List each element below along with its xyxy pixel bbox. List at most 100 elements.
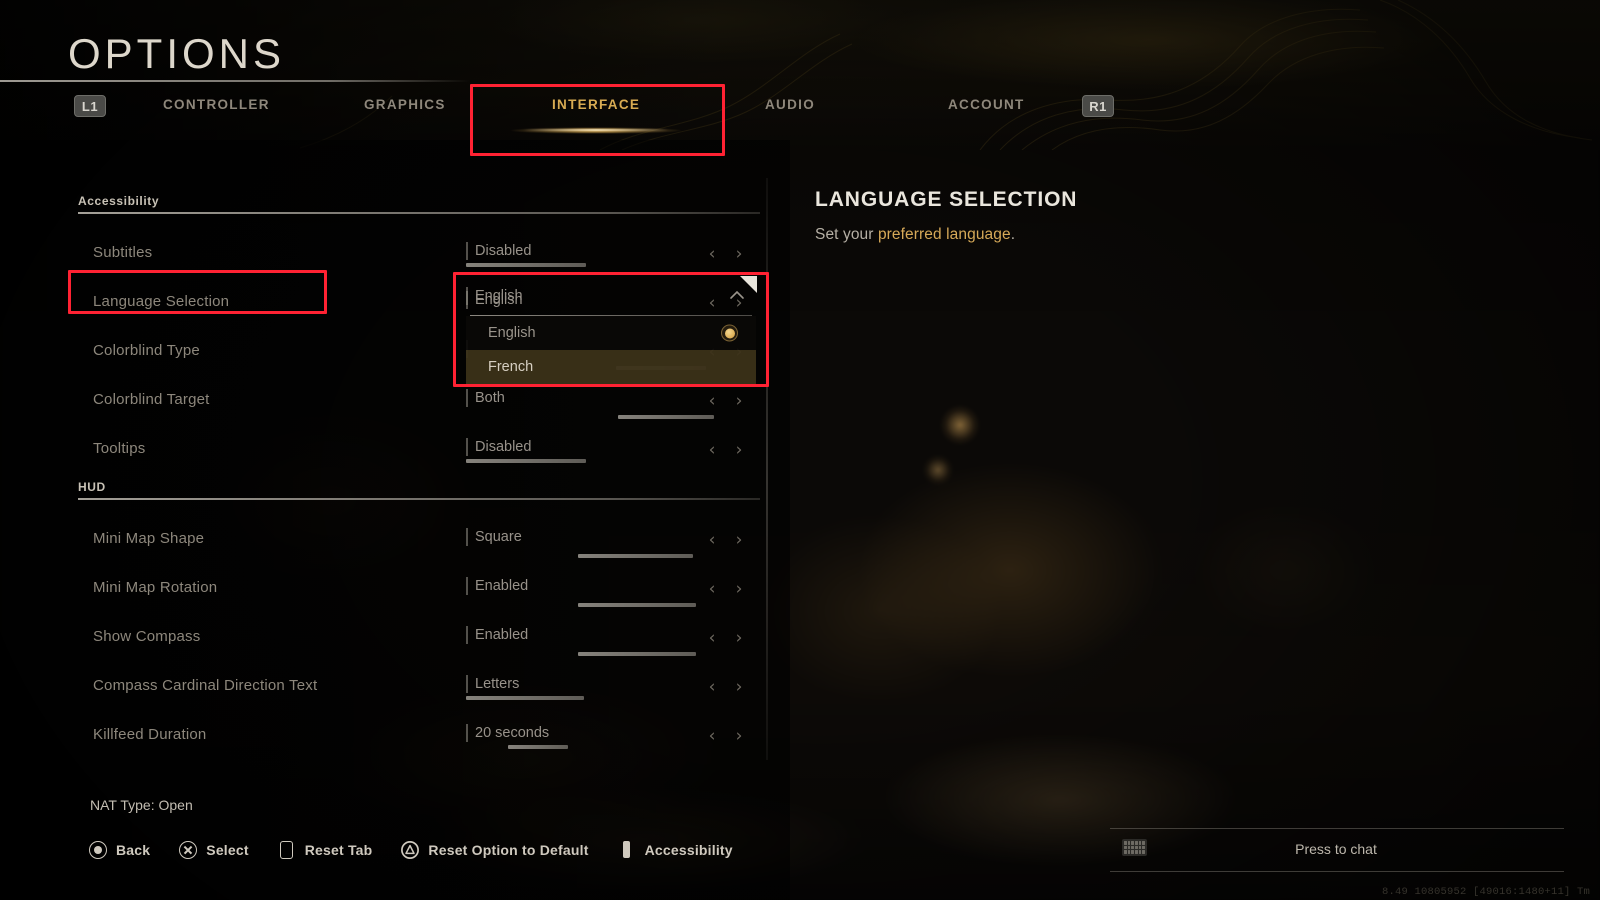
settings-row[interactable]: Killfeed Duration 20 seconds ‹ › <box>0 714 768 762</box>
dropdown-option-label: French <box>488 359 534 375</box>
button-hint[interactable]: Reset Option to Default <box>400 840 588 859</box>
settings-row-label: Mini Map Rotation <box>93 579 218 596</box>
settings-row-control[interactable]: Disabled ‹ › <box>466 428 768 476</box>
arrow-left-icon[interactable]: ‹ <box>704 439 720 461</box>
settings-row[interactable]: Mini Map Rotation Enabled ‹ › <box>0 567 768 615</box>
settings-row-control[interactable]: 20 seconds ‹ › <box>466 714 768 762</box>
button-hint-label: Reset Tab <box>304 841 373 858</box>
options-header: OPTIONS L1 R1 CONTROLLER GRAPHICS INTERFAC… <box>0 0 1600 140</box>
description-text-accent: preferred language <box>877 226 1011 243</box>
settings-row-label: Language Selection <box>93 293 230 310</box>
description-text-lead: Set your <box>815 226 878 243</box>
arrow-right-icon[interactable]: › <box>731 529 747 551</box>
settings-row[interactable]: Tooltips Disabled ‹ › <box>0 428 768 476</box>
radio-selected-icon <box>721 324 738 342</box>
settings-row[interactable]: Mini Map Shape Square ‹ › <box>0 518 768 566</box>
settings-row-bar <box>578 652 696 656</box>
arrow-right-icon[interactable]: › <box>731 725 747 747</box>
arrow-right-icon[interactable]: › <box>731 578 747 600</box>
settings-row-control[interactable]: Letters ‹ › <box>466 665 768 713</box>
section-rule <box>78 212 760 214</box>
arrow-left-icon[interactable]: ‹ <box>704 529 720 551</box>
tab-label: GRAPHICS <box>364 97 446 112</box>
settings-row-control[interactable]: Enabled ‹ › <box>466 567 768 615</box>
settings-row-bar <box>466 459 586 463</box>
button-hint[interactable]: Accessibility <box>617 840 733 859</box>
circle-button-icon <box>88 840 107 859</box>
description-panel: LANGUAGE SELECTION Set your preferred la… <box>815 188 1375 244</box>
settings-row[interactable]: Colorblind Target Both ‹ › <box>0 379 768 427</box>
settings-row-tick <box>466 675 468 693</box>
title-underline <box>0 80 470 82</box>
settings-row-label: Compass Cardinal Direction Text <box>93 677 318 694</box>
arrow-left-icon[interactable]: ‹ <box>704 390 720 412</box>
list-right-divider <box>766 178 768 760</box>
section-header-hud: HUD <box>78 480 106 494</box>
settings-row-value: Letters <box>475 676 520 692</box>
settings-row-bar <box>618 415 714 419</box>
arrow-right-icon[interactable]: › <box>731 676 747 698</box>
settings-row-value: Enabled <box>475 627 529 643</box>
tab-controller[interactable]: CONTROLLER <box>163 97 270 117</box>
settings-row-bar <box>466 263 586 267</box>
settings-row-control[interactable]: Square ‹ › <box>466 518 768 566</box>
button-hint[interactable]: Back <box>88 840 150 859</box>
arrow-right-icon[interactable]: › <box>731 439 747 461</box>
tab-bar: L1 R1 CONTROLLER GRAPHICS INTERFACE AUDIO AC… <box>0 92 1600 140</box>
settings-row-tick <box>466 389 468 407</box>
tab-label: ACCOUNT <box>948 97 1025 112</box>
tab-label: AUDIO <box>765 97 815 112</box>
settings-row-control[interactable]: Enabled ‹ › <box>466 616 768 664</box>
settings-row[interactable]: Subtitles Disabled ‹ › <box>0 232 768 280</box>
dropdown-header[interactable]: English <box>466 278 756 316</box>
arrow-left-icon[interactable]: ‹ <box>704 725 720 747</box>
r1-bumper-icon[interactable]: R1 <box>1082 95 1114 117</box>
arrow-left-icon[interactable]: ‹ <box>704 676 720 698</box>
settings-row-control[interactable]: Both ‹ › <box>466 379 768 427</box>
button-hint-label: Back <box>116 841 151 858</box>
settings-row-value: Square <box>475 529 522 545</box>
chat-divider-top <box>1110 828 1564 829</box>
settings-row-tick <box>466 528 468 546</box>
settings-row-tick <box>466 242 468 260</box>
settings-row-control[interactable]: Disabled ‹ › <box>466 232 768 280</box>
arrow-left-icon[interactable]: ‹ <box>704 578 720 600</box>
settings-row-bar <box>578 554 693 558</box>
settings-list: Accessibility HUD Subtitles Disabled ‹ › Langu… <box>0 178 768 760</box>
dropdown-option[interactable]: English <box>466 316 756 350</box>
tab-label: CONTROLLER <box>163 97 270 112</box>
l1-bumper-icon[interactable]: L1 <box>74 95 106 117</box>
tab-account[interactable]: ACCOUNT <box>948 97 1025 117</box>
options-button-icon <box>617 840 636 859</box>
tab-interface[interactable]: INTERFACE <box>510 97 683 133</box>
settings-row-tick <box>466 577 468 595</box>
arrow-right-icon[interactable]: › <box>731 243 747 265</box>
arrow-right-icon[interactable]: › <box>731 390 747 412</box>
settings-row[interactable]: Show Compass Enabled ‹ › <box>0 616 768 664</box>
description-title: LANGUAGE SELECTION <box>815 188 1078 211</box>
arrow-right-icon[interactable]: › <box>731 627 747 649</box>
settings-row[interactable]: Compass Cardinal Direction Text Letters ‹ › <box>0 665 768 713</box>
dropdown-selected-value: English <box>475 288 523 304</box>
button-hint-label: Accessibility <box>644 841 733 858</box>
settings-row-label: Killfeed Duration <box>93 726 207 743</box>
settings-row-label: Mini Map Shape <box>93 530 205 547</box>
tab-graphics[interactable]: GRAPHICS <box>364 97 446 117</box>
tab-audio[interactable]: AUDIO <box>765 97 815 117</box>
arrow-left-icon[interactable]: ‹ <box>704 243 720 265</box>
arrow-left-icon[interactable]: ‹ <box>704 627 720 649</box>
language-dropdown[interactable]: English English French <box>466 276 757 384</box>
settings-row-label: Colorblind Target <box>93 391 210 408</box>
dropdown-corner-marker <box>740 276 757 293</box>
settings-row-label: Subtitles <box>93 244 153 261</box>
settings-row-tick <box>466 438 468 456</box>
settings-row-tick <box>466 626 468 644</box>
footer-bar: NAT Type: Open Back Select Reset Tab Reset … <box>0 780 1600 900</box>
dropdown-option[interactable]: French <box>466 350 756 384</box>
section-header-accessibility: Accessibility <box>78 194 160 208</box>
button-hint-label: Select <box>206 841 249 858</box>
button-hint[interactable]: Reset Tab <box>277 840 373 859</box>
button-hint[interactable]: Select <box>178 840 249 859</box>
chat-prompt[interactable]: Press to chat <box>1100 828 1572 872</box>
settings-row-value: Disabled <box>475 439 532 455</box>
